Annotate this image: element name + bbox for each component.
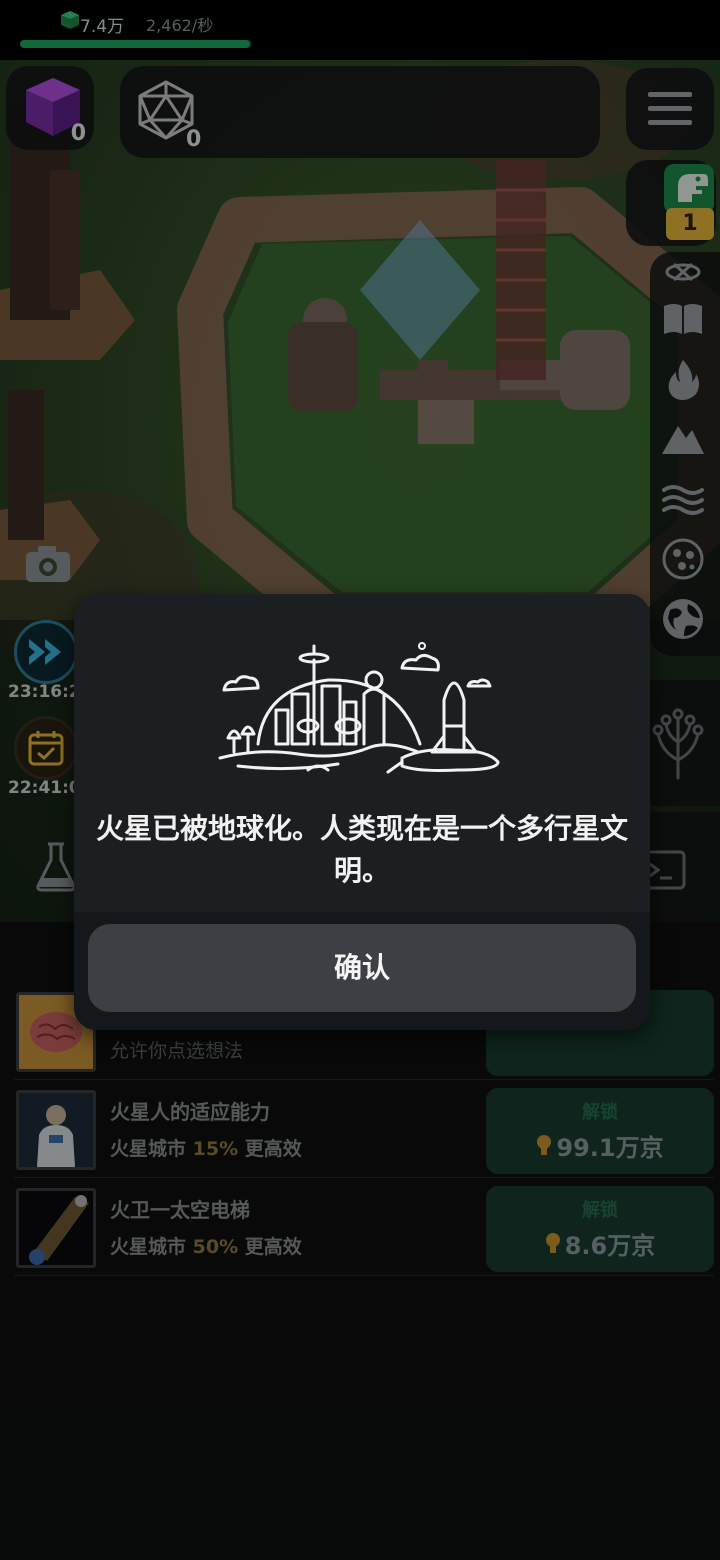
confirm-button[interactable]: 确认 bbox=[88, 924, 636, 1012]
dialog-message: 火星已被地球化。人类现在是一个多行星文明。 bbox=[95, 812, 628, 887]
terraform-dialog: 火星已被地球化。人类现在是一个多行星文明。 确认 bbox=[74, 594, 650, 1030]
terraformed-city-illustration bbox=[218, 642, 500, 774]
